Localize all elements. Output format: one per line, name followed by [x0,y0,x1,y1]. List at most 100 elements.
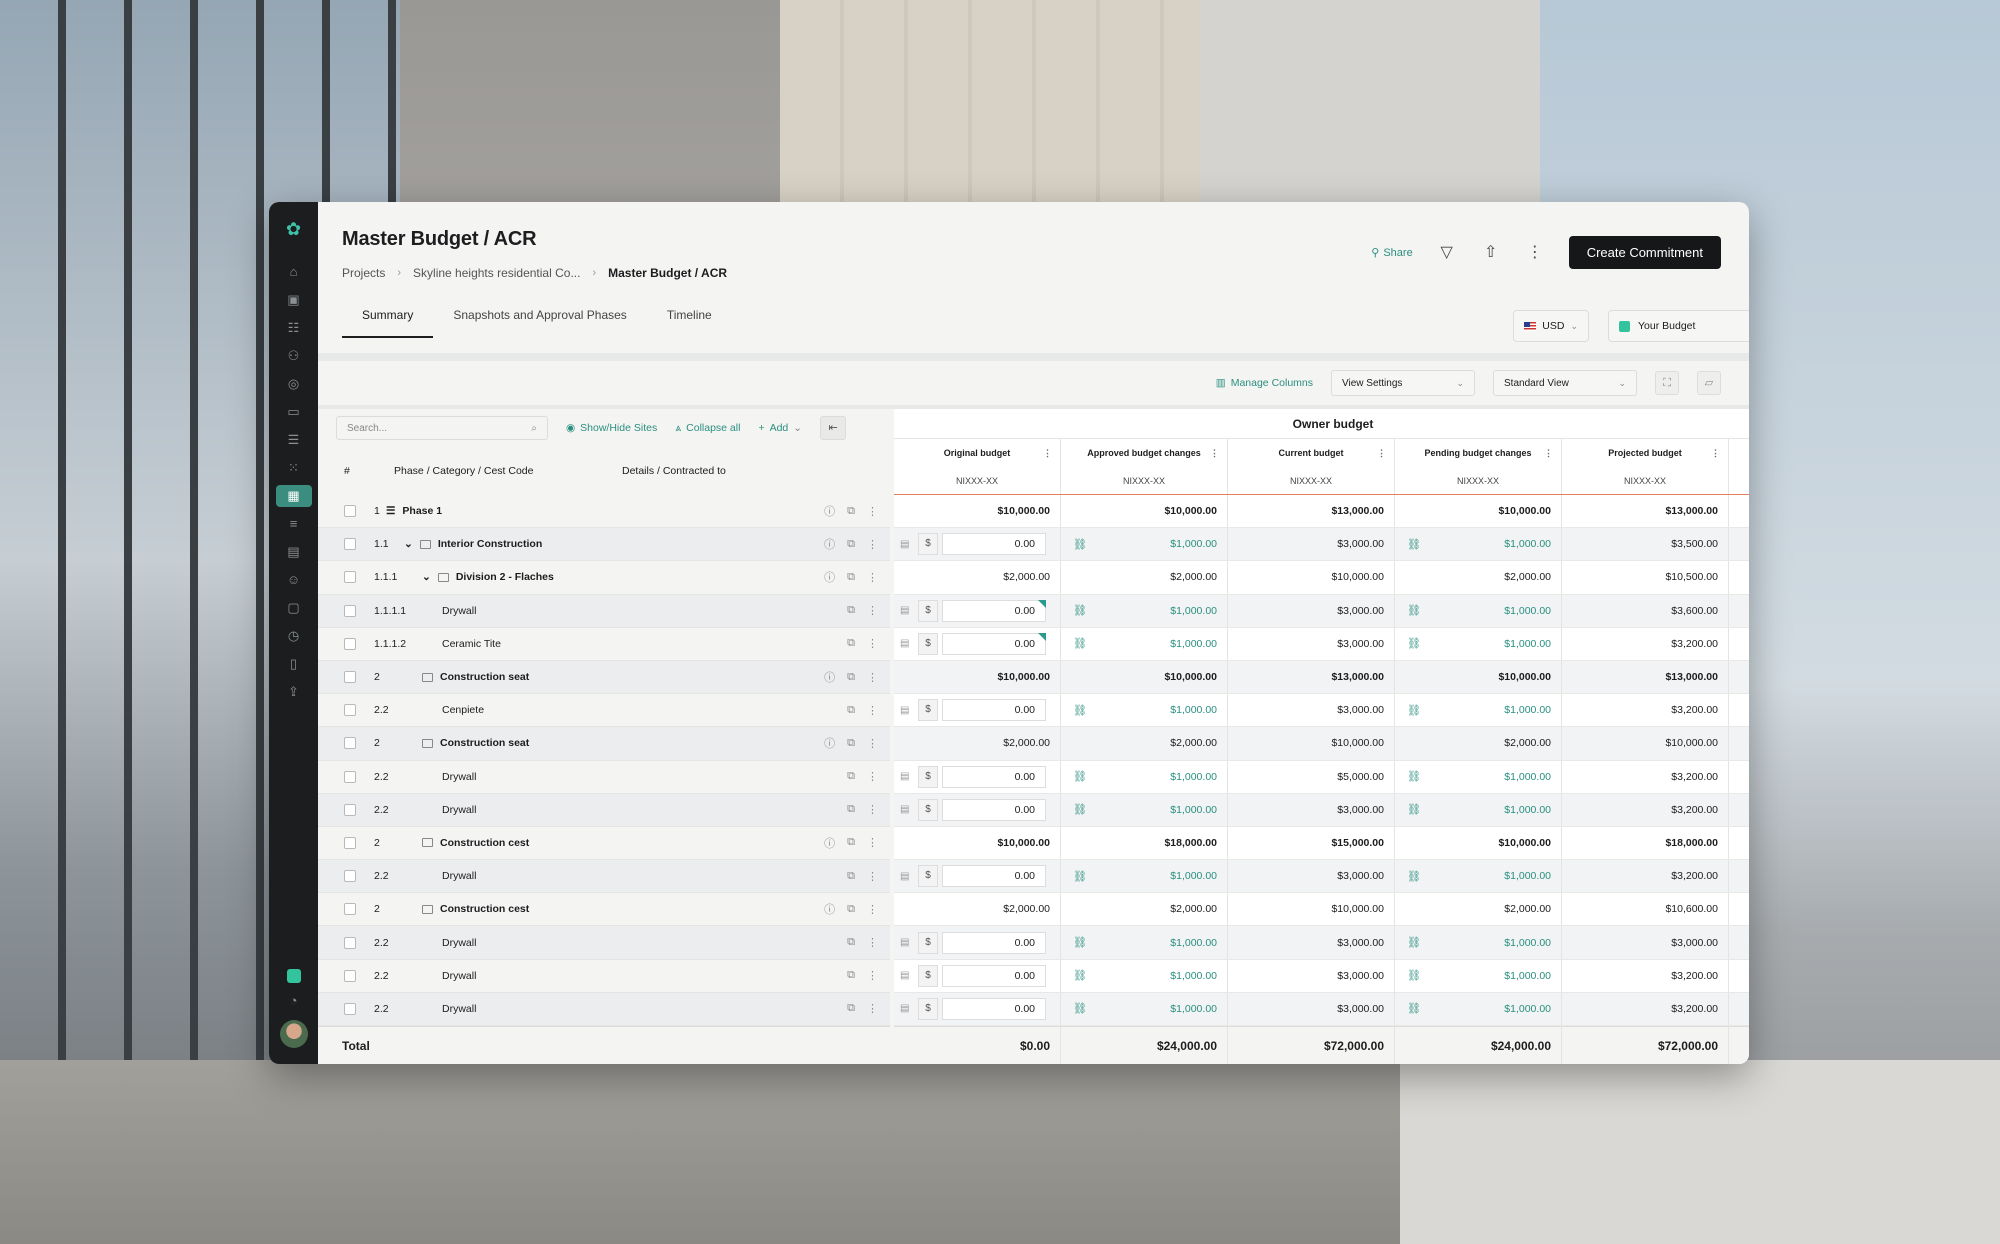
copy-icon[interactable]: ⧉ [847,803,855,816]
note-icon[interactable]: ▤ [900,804,914,815]
notification-icon[interactable]: ◔ [290,993,298,1008]
copy-icon[interactable]: ⧉ [847,836,855,849]
more-vertical-icon[interactable]: ⋮ [867,903,878,916]
logo-icon[interactable]: ✿ [283,218,305,240]
original-budget-input[interactable]: 0.00 [942,533,1046,556]
info-icon[interactable]: ⓘ [824,735,835,751]
original-budget-input[interactable]: 0.00 [942,865,1046,888]
more-vertical-icon[interactable]: ⋮ [867,637,878,650]
tree-row[interactable]: 1 ☰ Phase 1 ⓘ ⧉ ⋮ [318,495,890,529]
copy-icon[interactable]: ⧉ [847,671,855,684]
tree-row[interactable]: 2.2 Drywall ⧉ ⋮ [318,860,890,894]
team-icon[interactable]: ☷ [283,317,305,339]
share-button[interactable]: ⚲ Share [1371,246,1412,260]
link-icon[interactable]: ⛓ [1073,604,1087,617]
more-vertical-icon[interactable]: ⋮ [867,505,878,518]
copy-icon[interactable]: ⧉ [847,637,855,650]
tree-row[interactable]: 1.1.1.1 Drywall ⧉ ⋮ [318,594,890,628]
link-icon[interactable]: ⛓ [1073,1002,1087,1015]
comment-icon[interactable]: ▱ [1697,371,1721,395]
standard-view-select[interactable]: Standard View ⌄ [1493,370,1637,396]
info-icon[interactable]: ⓘ [824,503,835,519]
row-checkbox[interactable] [344,571,356,584]
tree-row[interactable]: 2 Construction cest ⓘ ⧉ ⋮ [318,826,890,861]
original-budget-input[interactable]: 0.00 [942,632,1046,655]
link-icon[interactable]: ⛓ [1073,969,1087,982]
original-budget-input[interactable]: 0.00 [942,931,1046,954]
breadcrumb-projects[interactable]: Projects [342,266,385,280]
more-vertical-icon[interactable]: ⋮ [1544,448,1553,459]
link-icon[interactable]: ⛓ [1073,637,1087,650]
more-vertical-icon[interactable]: ⋮ [867,604,878,617]
more-vertical-icon[interactable]: ⋮ [867,571,878,584]
original-budget-input[interactable]: 0.00 [942,997,1046,1020]
more-vertical-icon[interactable]: ⋮ [1210,448,1219,459]
link-icon[interactable]: ⛓ [1073,803,1087,816]
people-icon[interactable]: ⚇ [283,345,305,367]
archive-icon[interactable]: ▢ [283,597,305,619]
link-icon[interactable]: ⛓ [1407,538,1421,551]
more-vertical-icon[interactable]: ⋮ [867,870,878,883]
column-header[interactable]: Original budget ⋮ [894,439,1061,467]
note-icon[interactable]: ▤ [900,638,914,649]
row-checkbox[interactable] [344,1002,356,1015]
copy-icon[interactable]: ⧉ [847,1002,855,1015]
more-vertical-icon[interactable]: ⋮ [1525,243,1545,263]
app-switch-icon[interactable] [286,969,301,983]
more-vertical-icon[interactable]: ⋮ [867,969,878,982]
link-icon[interactable]: ⛓ [1073,936,1087,949]
avatar[interactable] [279,1020,308,1048]
folder-icon[interactable]: ▭ [283,401,305,423]
row-checkbox[interactable] [344,704,356,717]
link-icon[interactable]: ⛓ [1407,803,1421,816]
export-icon[interactable]: ⇧ [1481,243,1501,263]
copy-icon[interactable]: ⧉ [847,505,855,518]
chevron-down-icon[interactable]: ⌄ [422,571,431,583]
more-vertical-icon[interactable]: ⋮ [867,671,878,684]
copy-icon[interactable]: ⧉ [847,604,855,617]
note-icon[interactable]: ▤ [900,605,914,616]
link-icon[interactable]: ⛓ [1073,770,1087,783]
more-vertical-icon[interactable]: ⋮ [867,836,878,849]
upload-icon[interactable]: ⇪ [283,681,305,703]
tree-row[interactable]: 2.2 Drywall ⧉ ⋮ [318,926,890,960]
original-budget-input[interactable]: 0.00 [942,798,1046,821]
row-checkbox[interactable] [344,803,356,816]
copy-icon[interactable]: ⧉ [847,737,855,750]
tree-row[interactable]: 2.2 Drywall ⧉ ⋮ [318,760,890,794]
more-vertical-icon[interactable]: ⋮ [867,936,878,949]
fullscreen-icon[interactable]: ⛶ [1655,371,1679,395]
copy-icon[interactable]: ⧉ [847,903,855,916]
more-vertical-icon[interactable]: ⋮ [1043,448,1052,459]
document-icon[interactable]: ☰ [283,429,305,451]
view-settings-select[interactable]: View Settings ⌄ [1331,370,1475,396]
row-checkbox[interactable] [344,538,356,551]
file-icon[interactable]: ▯ [283,653,305,675]
create-commitment-button[interactable]: Create Commitment [1568,236,1721,269]
tree-row[interactable]: 2.2 Drywall ⧉ ⋮ [318,959,890,993]
column-header[interactable]: Projected budget ⋮ [1562,439,1729,467]
original-budget-input[interactable]: 0.00 [942,699,1046,722]
show-hide-sites-button[interactable]: ◉ Show/Hide Sites [566,422,657,434]
column-header[interactable]: Pending budget changes ⋮ [1395,439,1562,467]
original-budget-input[interactable]: 0.00 [942,765,1046,788]
row-checkbox[interactable] [344,936,356,949]
link-icon[interactable]: ⛓ [1073,870,1087,883]
original-budget-input[interactable]: 0.00 [942,964,1046,987]
more-vertical-icon[interactable]: ⋮ [1748,409,1749,439]
inbox-icon[interactable]: ▣ [283,289,305,311]
note-icon[interactable]: ▤ [900,539,914,550]
copy-icon[interactable]: ⧉ [847,870,855,883]
copy-icon[interactable]: ⧉ [847,969,855,982]
tree-row[interactable]: 2 Construction cest ⓘ ⧉ ⋮ [318,893,890,927]
note-icon[interactable]: ▤ [900,871,914,882]
more-vertical-icon[interactable]: ⋮ [867,803,878,816]
tree-row[interactable]: 2.2 Drywall ⧉ ⋮ [318,992,890,1026]
info-icon[interactable]: ⓘ [824,669,835,685]
column-header[interactable]: Approved budget changes ⋮ [1061,439,1228,467]
link-icon[interactable]: ⛓ [1407,604,1421,617]
info-icon[interactable]: ⓘ [824,901,835,917]
note-icon[interactable]: ▤ [900,970,914,981]
tab-timeline[interactable]: Timeline [647,308,732,338]
row-checkbox[interactable] [344,737,356,750]
